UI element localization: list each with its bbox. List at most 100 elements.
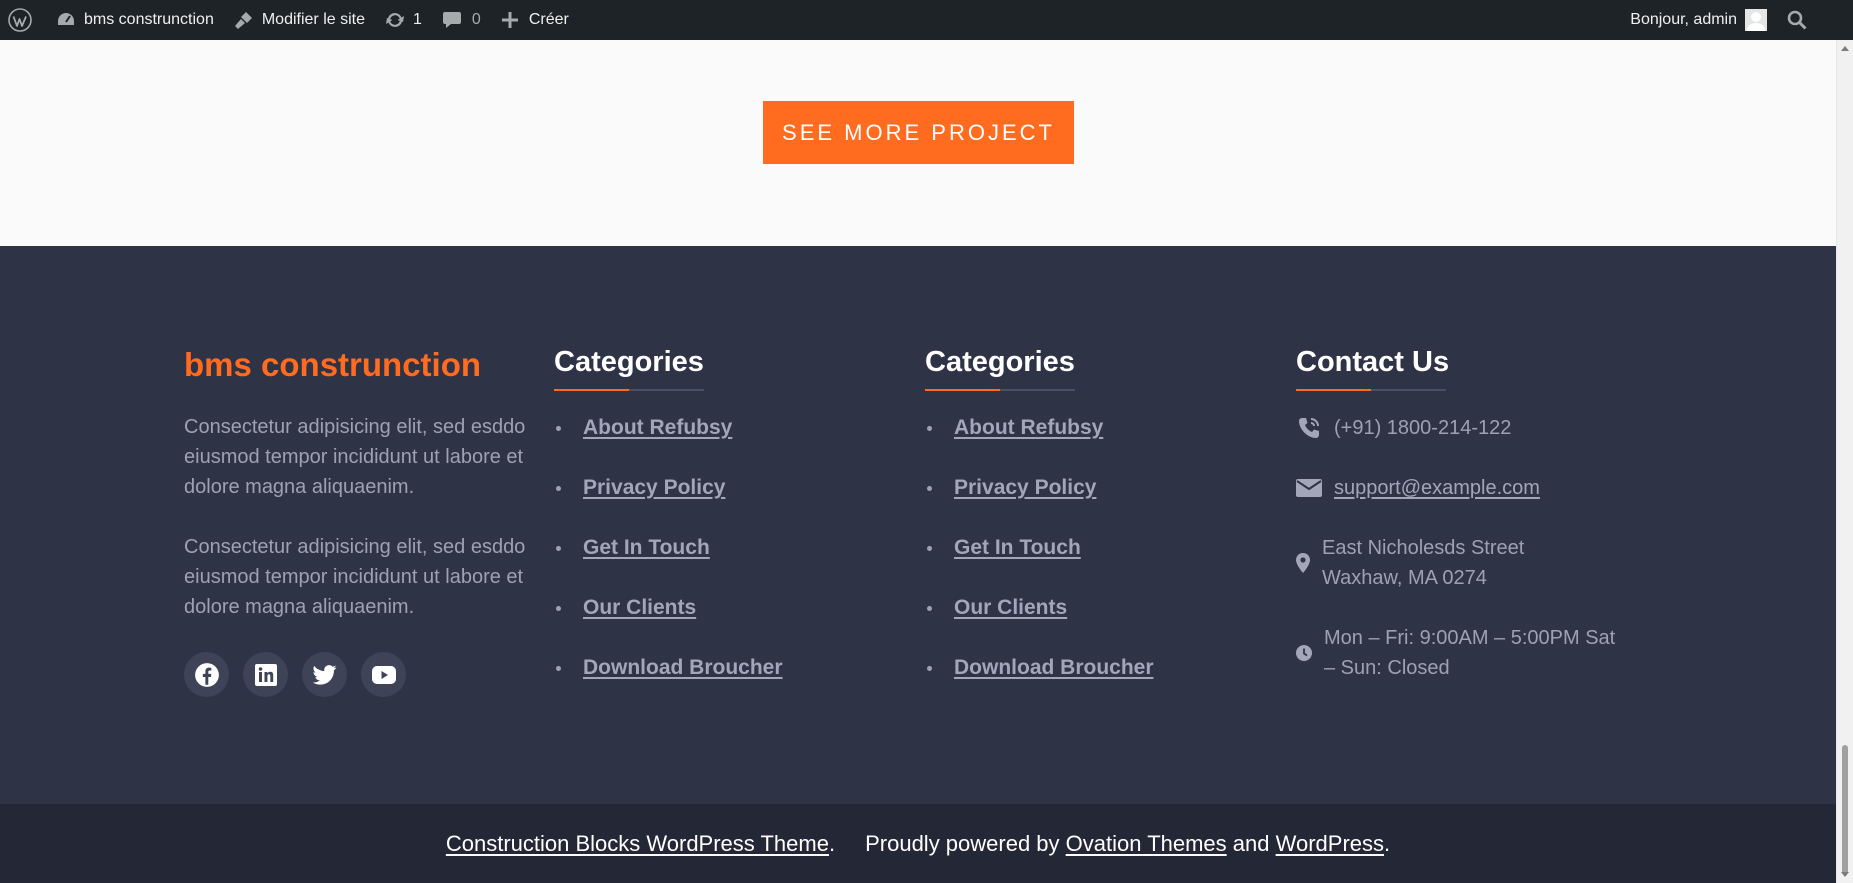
bullet-icon [556,545,561,551]
facebook-link[interactable] [184,652,229,697]
column-title: Categories [554,346,704,378]
scroll-down-arrow-icon[interactable] [1841,872,1849,877]
envelope-icon [1296,473,1322,503]
scroll-up-arrow-icon[interactable] [1841,46,1849,51]
site-name-menu[interactable]: bms construnction [46,0,224,40]
brush-icon [234,12,252,29]
wordpress-link[interactable]: WordPress [1276,831,1384,857]
comments-button[interactable]: 0 [432,0,491,40]
scrollbar-thumb[interactable] [1842,745,1848,875]
social-links [184,652,534,697]
email-link[interactable]: support@example.com [1334,473,1540,503]
bullet-icon [556,425,561,431]
contact-address: East Nicholesds Street Waxhaw, MA 0274 [1296,533,1676,593]
bullet-icon [556,665,561,671]
search-icon [1787,10,1807,30]
admin-bar: bms construnction Modifier le site 1 0 C… [0,0,1853,40]
linkedin-link[interactable] [243,652,288,697]
bullet-icon [556,485,561,491]
bullet-icon [927,485,932,491]
link-privacy-policy[interactable]: Privacy Policy [583,476,725,500]
footer-categories-column: Categories About Refubsy Privacy Policy … [554,342,894,713]
column-title: Categories [925,346,1075,378]
new-content-label: Créer [528,11,569,28]
footer-credits: Construction Blocks WordPress Theme. Prou… [0,804,1836,883]
about-paragraph: Consectetur adipisicing elit, sed esddo … [184,536,526,618]
link-our-clients[interactable]: Our Clients [583,596,696,620]
link-get-in-touch[interactable]: Get In Touch [583,536,710,560]
see-more-project-button[interactable]: SEE MORE PROJECT [763,101,1074,164]
list-item: Get In Touch [554,533,894,563]
link-download-broucher[interactable]: Download Broucher [954,656,1154,680]
wordpress-logo-button[interactable] [0,0,46,40]
list-item: Privacy Policy [554,473,894,503]
edit-site-button[interactable]: Modifier le site [224,0,375,40]
list-item: About Refubsy [925,413,1265,443]
list-item: Get In Touch [925,533,1265,563]
updates-button[interactable]: 1 [375,0,432,40]
footer-brand: bms construnction [184,346,482,383]
bullet-icon [927,605,932,611]
admin-bar-right: Bonjour, admin [1620,0,1853,40]
list-item: Download Broucher [554,653,894,683]
clock-icon [1296,623,1312,683]
list-item: Download Broucher [925,653,1265,683]
column-title: Contact Us [1296,346,1450,378]
phone-icon [1296,413,1322,443]
updates-count: 1 [413,11,422,28]
list-item: Our Clients [925,593,1265,623]
wordpress-icon [8,8,32,32]
new-content-button[interactable]: Créer [491,0,579,40]
link-about-refubsy[interactable]: About Refubsy [954,416,1103,440]
link-our-clients[interactable]: Our Clients [954,596,1067,620]
list-item: Privacy Policy [925,473,1265,503]
dashboard-icon [58,13,74,25]
greeting-label: Bonjour, admin [1630,11,1737,28]
address-text: East Nicholesds Street Waxhaw, MA 0274 [1322,537,1525,589]
link-privacy-policy[interactable]: Privacy Policy [954,476,1096,500]
title-underline [1296,389,1446,391]
updates-icon [386,12,404,28]
page-scrollbar[interactable] [1836,40,1853,883]
youtube-icon [371,665,396,684]
site-footer: bms construnction Consectetur adipisicin… [0,246,1836,804]
ovation-themes-link[interactable]: Ovation Themes [1066,831,1227,857]
footer-about-column: bms construnction Consectetur adipisicin… [184,342,534,697]
category-links: About Refubsy Privacy Policy Get In Touc… [554,413,894,683]
link-about-refubsy[interactable]: About Refubsy [583,416,732,440]
comment-icon [442,12,461,28]
contact-phone: (+91) 1800-214-122 [1296,413,1676,443]
bullet-icon [556,605,561,611]
title-underline [925,389,1075,391]
projects-section-bottom: SEE MORE PROJECT [0,40,1836,246]
page: bms construnction Modifier le site 1 0 C… [0,0,1853,883]
admin-search-button[interactable] [1771,0,1817,40]
list-item: Our Clients [554,593,894,623]
and-text: and [1226,830,1276,856]
hours-text: Mon – Fri: 9:00AM – 5:00PM Sat – Sun: Cl… [1324,627,1616,679]
linkedin-icon [254,663,277,686]
location-pin-icon [1296,533,1310,593]
youtube-link[interactable] [361,652,406,697]
twitter-link[interactable] [302,652,347,697]
my-account-menu[interactable]: Bonjour, admin [1620,0,1771,40]
avatar [1745,9,1767,31]
bullet-icon [927,665,932,671]
about-paragraph: Consectetur adipisicing elit, sed esddo … [184,416,526,498]
comments-count: 0 [471,11,481,28]
credits-period-end: . [1384,830,1391,856]
edit-site-label: Modifier le site [261,11,365,28]
contact-email: support@example.com [1296,473,1676,503]
bullet-icon [927,545,932,551]
phone-number: (+91) 1800-214-122 [1334,417,1512,439]
twitter-icon [312,664,336,685]
plus-icon [501,12,518,28]
credits-period: . [828,830,836,856]
link-download-broucher[interactable]: Download Broucher [583,656,783,680]
category-links: About Refubsy Privacy Policy Get In Touc… [925,413,1265,683]
title-underline [554,389,704,391]
footer-contact-column: Contact Us (+91) 1800-214-122 support@ex… [1296,342,1676,683]
bullet-icon [927,425,932,431]
link-get-in-touch[interactable]: Get In Touch [954,536,1081,560]
theme-link[interactable]: Construction Blocks WordPress Theme [446,831,829,857]
